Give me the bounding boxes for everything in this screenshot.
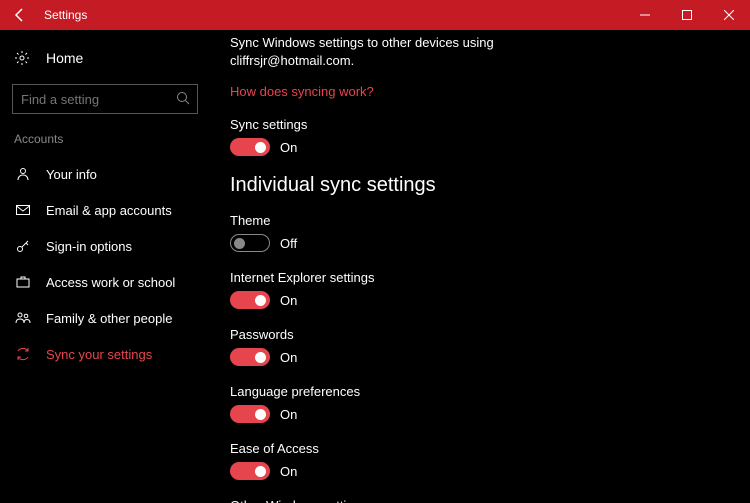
- sidebar-item-access-work-school[interactable]: Access work or school: [0, 264, 210, 300]
- sidebar-item-sync-settings[interactable]: Sync your settings: [0, 336, 210, 372]
- home-label: Home: [46, 50, 83, 66]
- sidebar-item-label: Sign-in options: [46, 239, 132, 254]
- toggle-state: On: [280, 293, 297, 308]
- section-heading: Individual sync settings: [230, 174, 730, 197]
- sidebar-item-label: Your info: [46, 167, 97, 182]
- mail-icon: [14, 202, 32, 218]
- window-title: Settings: [44, 8, 87, 22]
- briefcase-icon: [14, 274, 32, 290]
- sync-settings-toggle[interactable]: [230, 138, 270, 156]
- language-pref-toggle[interactable]: [230, 405, 270, 423]
- sidebar-item-label: Access work or school: [46, 275, 175, 290]
- sidebar-item-your-info[interactable]: Your info: [0, 156, 210, 192]
- sidebar-item-signin-options[interactable]: Sign-in options: [0, 228, 210, 264]
- theme-toggle[interactable]: [230, 234, 270, 252]
- ie-settings-toggle[interactable]: [230, 291, 270, 309]
- theme-label: Theme: [230, 213, 730, 228]
- sync-icon: [14, 346, 32, 362]
- sidebar-item-label: Sync your settings: [46, 347, 152, 362]
- other-windows-label: Other Windows settings: [230, 498, 730, 503]
- person-icon: [14, 166, 32, 182]
- key-icon: [14, 238, 32, 254]
- sidebar-item-email-accounts[interactable]: Email & app accounts: [0, 192, 210, 228]
- ie-settings-label: Internet Explorer settings: [230, 270, 730, 285]
- back-button[interactable]: [0, 0, 40, 30]
- close-button[interactable]: [708, 0, 750, 30]
- toggle-state: On: [280, 407, 297, 422]
- sidebar-item-label: Family & other people: [46, 311, 172, 326]
- search-icon: [176, 91, 190, 108]
- toggle-state: On: [280, 464, 297, 479]
- language-pref-label: Language preferences: [230, 384, 730, 399]
- home-button[interactable]: Home: [0, 42, 210, 74]
- toggle-state: Off: [280, 236, 297, 251]
- category-label: Accounts: [0, 128, 210, 156]
- ease-access-toggle[interactable]: [230, 462, 270, 480]
- how-syncing-works-link[interactable]: How does syncing work?: [230, 84, 374, 99]
- titlebar: Settings: [0, 0, 750, 30]
- main-content: Sync Windows settings to other devices u…: [210, 30, 750, 503]
- window-controls: [624, 0, 750, 30]
- sidebar: Home Accounts Your info Email & app acco…: [0, 30, 210, 503]
- sidebar-item-label: Email & app accounts: [46, 203, 172, 218]
- sync-settings-label: Sync settings: [230, 117, 730, 132]
- search-input[interactable]: [12, 84, 198, 114]
- maximize-button[interactable]: [666, 0, 708, 30]
- gear-icon: [14, 50, 32, 66]
- ease-access-label: Ease of Access: [230, 441, 730, 456]
- people-icon: [14, 310, 32, 326]
- sync-description: Sync Windows settings to other devices u…: [230, 34, 730, 70]
- passwords-toggle[interactable]: [230, 348, 270, 366]
- minimize-button[interactable]: [624, 0, 666, 30]
- passwords-label: Passwords: [230, 327, 730, 342]
- toggle-state: On: [280, 350, 297, 365]
- toggle-state: On: [280, 140, 297, 155]
- sidebar-item-family-people[interactable]: Family & other people: [0, 300, 210, 336]
